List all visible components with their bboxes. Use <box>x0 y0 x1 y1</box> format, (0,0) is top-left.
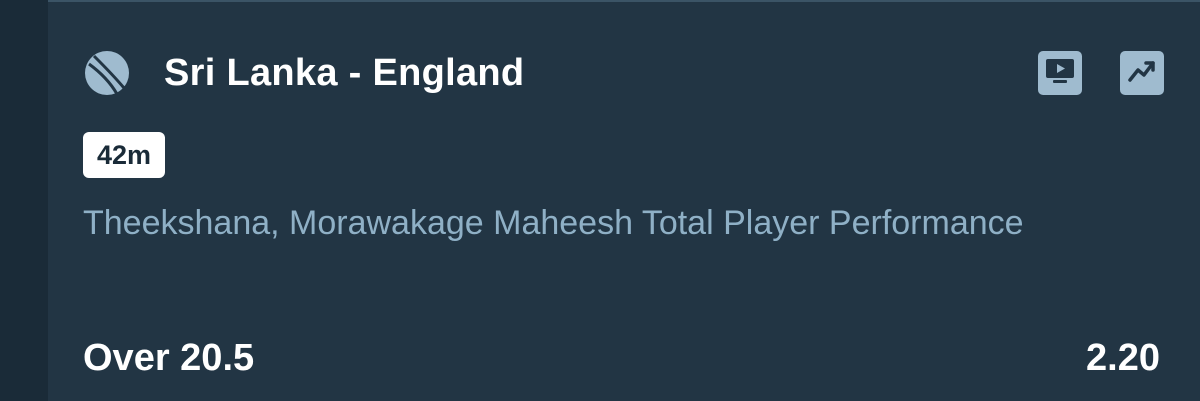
bet-card[interactable]: Sri Lanka - England 42m Theekshana, Mora… <box>48 0 1200 401</box>
tv-play-icon <box>1045 56 1075 91</box>
selection-name: Over 20.5 <box>83 336 255 379</box>
match-header: Sri Lanka - England <box>84 40 1164 106</box>
header-actions <box>1038 51 1164 95</box>
live-stream-button[interactable] <box>1038 51 1082 95</box>
statistics-button[interactable] <box>1120 51 1164 95</box>
time-badge: 42m <box>83 132 166 178</box>
market-name: Theekshana, Morawakage Maheesh Total Pla… <box>83 204 1024 242</box>
page: Sri Lanka - England 42m Theekshana, Mora… <box>0 0 1200 401</box>
odds-value[interactable]: 2.20 <box>1086 337 1160 380</box>
match-title[interactable]: Sri Lanka - England <box>164 52 524 95</box>
cricket-ball-icon <box>84 50 130 96</box>
selection-row[interactable]: Over 20.5 2.20 <box>83 330 1160 386</box>
trend-chart-icon <box>1127 56 1157 91</box>
